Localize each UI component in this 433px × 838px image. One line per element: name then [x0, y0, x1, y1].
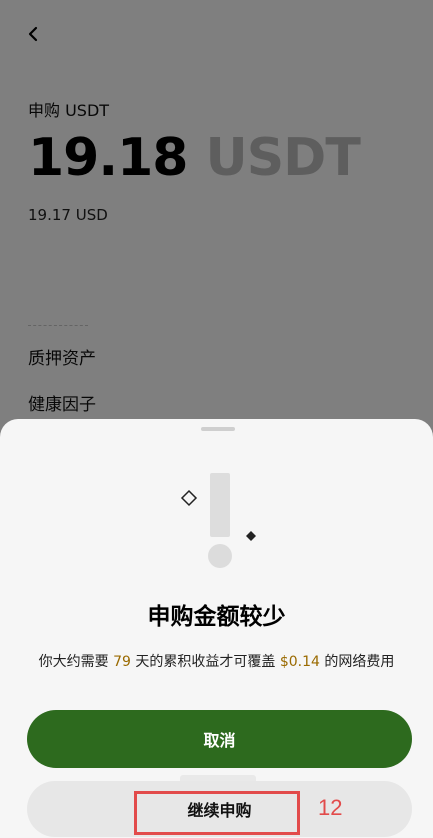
desc-prefix: 你大约需要 — [38, 654, 114, 670]
sheet-handle[interactable] — [201, 427, 235, 431]
sheet-description: 你大约需要 79 天的累积收益才可覆盖 $0.14 的网络费用 — [0, 651, 433, 671]
desc-mid: 天的累积收益才可覆盖 — [130, 654, 280, 670]
bottom-sheet: 申购金额较少 你大约需要 79 天的累积收益才可覆盖 $0.14 的网络费用 取… — [0, 419, 433, 838]
days-value: 79 — [113, 654, 131, 670]
highlight-box — [134, 791, 300, 835]
desc-suffix: 的网络费用 — [319, 654, 395, 670]
cancel-button[interactable]: 取消 — [27, 710, 412, 768]
fee-value: $0.14 — [279, 654, 320, 670]
warning-illustration-icon — [180, 473, 256, 568]
cancel-label: 取消 — [203, 731, 236, 750]
annotation-number: 12 — [318, 795, 343, 820]
sheet-title: 申购金额较少 — [147, 604, 286, 630]
